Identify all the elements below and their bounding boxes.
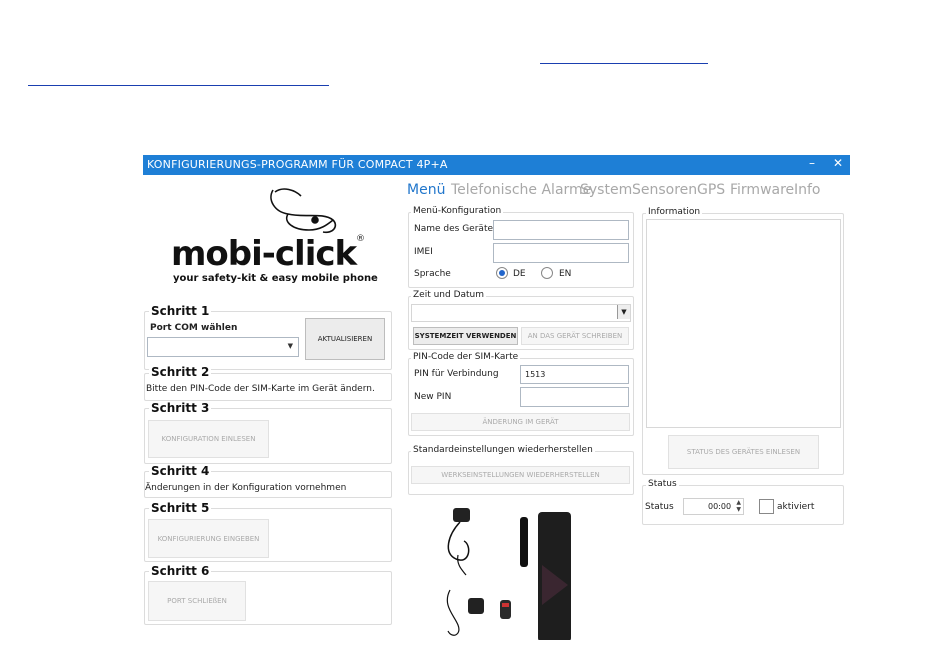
spin-arrows-icon[interactable]: ▲ ▼ [736,499,741,513]
pin-connection-input[interactable]: 1513 [520,365,629,384]
read-status-button[interactable]: STATUS DES GERÄTES EINLESEN [668,435,819,469]
port-com-label: Port COM wählen [150,323,238,333]
tab-firmware[interactable]: Firmware [730,182,794,198]
language-en-radio[interactable] [541,267,553,279]
step-5-title: Schritt 5 [149,501,212,515]
pin-connection-label: PIN für Verbindung [414,369,499,379]
status-label: Status [645,502,674,512]
information-title: Information [646,207,703,217]
brand-tagline: your safety-kit & easy mobile phone [173,273,378,284]
factory-reset-button[interactable]: WERKSEINSTELLUNGEN WIEDERHERSTELLEN [411,466,630,484]
port-com-select[interactable]: ▼ [147,337,299,357]
step-3-title: Schritt 3 [149,401,212,415]
new-pin-label: New PIN [414,392,452,402]
device-name-label: Name des Gerätes [414,224,498,234]
language-en-label: EN [559,269,572,279]
link-underline-2[interactable] [28,85,329,86]
step-6-title: Schritt 6 [149,564,212,578]
step-2-text: Bitte den PIN-Code der SIM-Karte im Gerä… [146,384,375,394]
close-port-button[interactable]: PORT SCHLIEßEN [148,581,246,621]
menu-config-title: Menü-Konfiguration [411,206,504,216]
language-label: Sprache [414,269,451,279]
status-title: Status [646,479,679,489]
tab-info[interactable]: Info [794,182,821,198]
registered-mark: ® [356,234,365,244]
pin-connection-value: 1513 [525,370,546,379]
link-underline-1[interactable] [540,63,708,64]
write-to-device-button[interactable]: AN DAS GERÄT SCHREIBEN [521,327,629,345]
language-de-label: DE [513,269,526,279]
datetime-picker[interactable]: ▼ [411,304,631,322]
read-config-button[interactable]: KONFIGURATION EINLESEN [148,420,269,458]
step-4-text: Änderungen in der Konfiguration vornehme… [145,483,347,493]
tab-gps[interactable]: GPS [697,182,725,198]
imei-label: IMEI [414,247,433,257]
pin-title: PIN-Code der SIM-Karte [411,352,521,362]
information-textarea[interactable] [646,219,841,428]
status-time-value: 00:00 [708,502,732,511]
use-system-time-button[interactable]: SYSTEMZEIT VERWENDEN [413,327,518,345]
defaults-title: Standardeinstellungen wiederherstellen [411,445,595,455]
status-time-input[interactable]: 00:00 ▲ ▼ [683,498,744,515]
tab-sensors[interactable]: Sensoren [632,182,697,198]
activated-checkbox[interactable] [759,499,774,514]
device-name-input[interactable] [493,220,629,240]
language-de-radio[interactable] [496,267,508,279]
title-bar: KONFIGURIERUNGS-PROGRAMM FÜR COMPACT 4P+… [143,155,850,175]
device-image-icon [446,508,571,642]
logo: mobi-click ® your safety-kit & easy mobi… [163,182,393,292]
change-in-device-button[interactable]: ÄNDERUNG IM GERÄT [411,413,630,431]
activated-label: aktiviert [777,502,815,512]
new-pin-input[interactable] [520,387,629,407]
brand-text: mobi-click [171,234,357,274]
tab-system[interactable]: System [580,182,632,198]
calendar-dropdown-icon[interactable]: ▼ [617,305,630,319]
close-button[interactable]: ✕ [833,156,843,170]
step-2-title: Schritt 2 [149,365,212,379]
datetime-title: Zeit und Datum [411,290,487,300]
app-window: KONFIGURIERUNGS-PROGRAMM FÜR COMPACT 4P+… [143,155,850,642]
tab-telephone-alarms[interactable]: Telefonische Alarme [451,182,591,198]
device-photo [438,505,608,645]
refresh-button[interactable]: AKTUALISIEREN [305,318,385,360]
write-config-button[interactable]: KONFIGURIERUNG EINGEBEN [148,519,269,558]
window-title: KONFIGURIERUNGS-PROGRAMM FÜR COMPACT 4P+… [147,158,448,171]
step-1-title: Schritt 1 [149,304,212,318]
tab-menu[interactable]: Menü [407,182,445,198]
chevron-down-icon: ▼ [287,342,293,350]
step-4-title: Schritt 4 [149,464,212,478]
imei-input[interactable] [493,243,629,263]
minimize-button[interactable]: – [809,156,815,170]
